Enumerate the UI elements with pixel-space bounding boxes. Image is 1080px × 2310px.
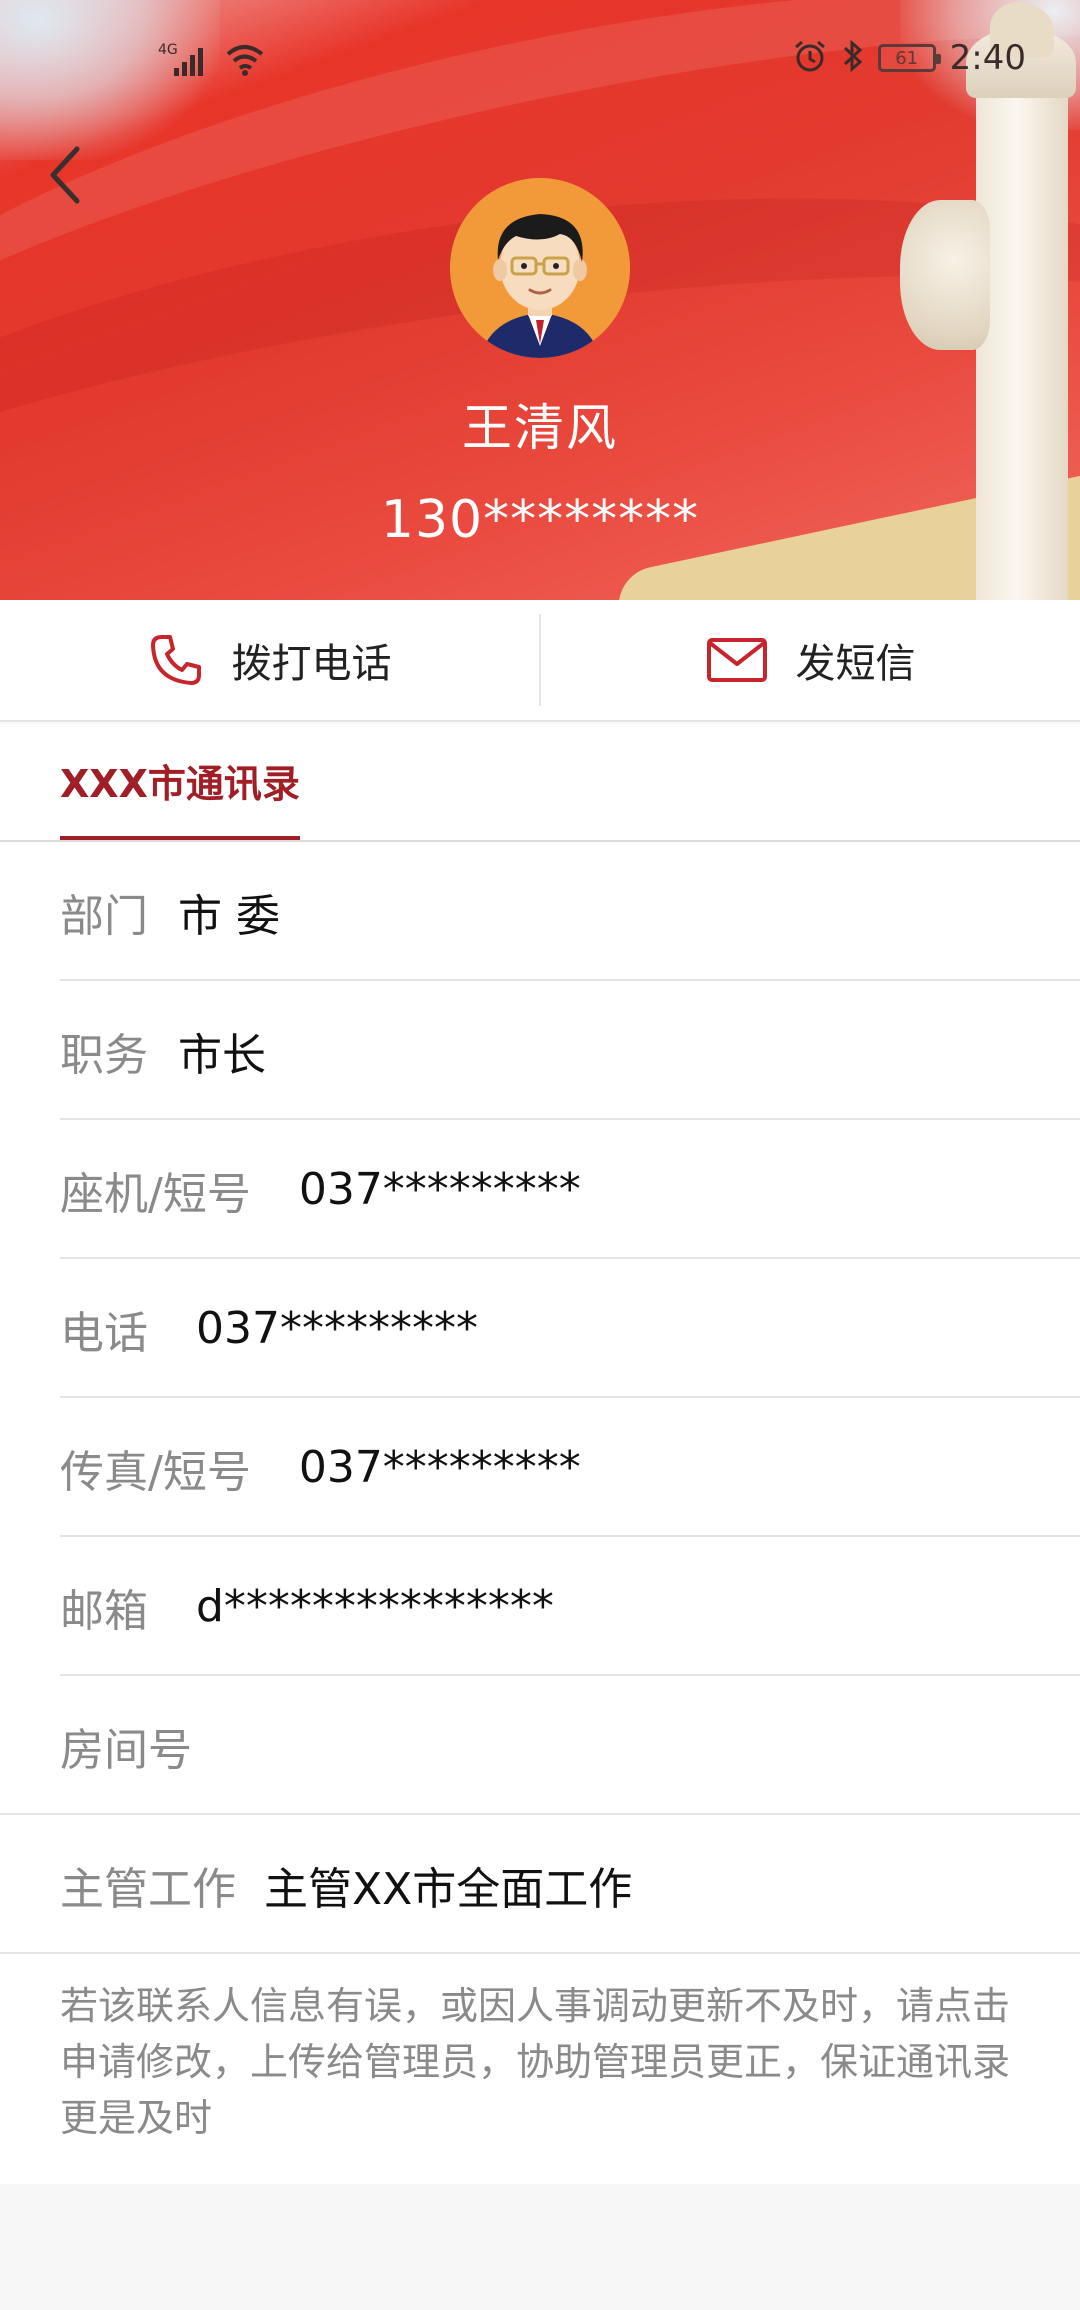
signal-icon: 4G [158,40,214,84]
avatar [450,178,630,358]
network-type: 4G [158,42,178,58]
field-row-landline[interactable]: 座机/短号 037********* [0,1120,1080,1259]
huabiao-cloud [900,200,990,350]
field-label: 主管工作 [60,1863,236,1915]
battery-indicator: 61 [877,44,941,72]
field-row-department: 部门 市 委 [0,842,1080,981]
battery-level: 61 [895,47,919,69]
field-label: 电话 [60,1307,148,1359]
field-label: 座机/短号 [60,1168,251,1220]
sms-label: 发短信 [795,641,916,687]
field-row-position: 职务 市长 [0,981,1080,1120]
status-left: 4G [158,40,268,84]
status-time: 2:40 [949,38,1026,78]
contact-phone: 130******** [380,490,700,550]
field-label: 传真/短号 [60,1446,251,1498]
field-value: 市 委 [178,890,280,942]
tab-label: XXX市通讯录 [60,761,300,806]
correction-note[interactable]: 若该联系人信息有误，或因人事调动更新不及时，请点击申请修改，上传给管理员，协助管… [0,1954,1080,2184]
field-value: d*************** [196,1581,554,1632]
field-value: 主管XX市全面工作 [264,1863,633,1915]
field-value: 037********* [196,1303,478,1354]
mail-icon [706,638,767,682]
field-label: 部门 [60,890,148,942]
back-button[interactable] [40,140,90,210]
field-value: 037********* [298,1442,581,1493]
field-label: 职务 [60,1029,148,1081]
sms-button[interactable]: 发短信 [541,600,1080,720]
field-row-room: 房间号 [0,1676,1080,1815]
alarm-icon [792,38,828,78]
profile-header: 4G 61 2:40 王清风 130******** [0,0,1080,600]
contact-info-list: 部门 市 委 职务 市长 座机/短号 037********* 电话 037**… [0,842,1080,2184]
bluetooth-icon [842,38,864,78]
call-button[interactable]: 拨打电话 [0,600,539,720]
wifi-icon [224,42,268,82]
status-bar: 4G 61 2:40 [0,0,1080,120]
tab-city-directory[interactable]: XXX市通讯录 [60,724,300,840]
field-value: 市长 [178,1029,266,1081]
field-row-phone[interactable]: 电话 037********* [0,1259,1080,1398]
field-label: 房间号 [60,1724,192,1776]
field-row-email[interactable]: 邮箱 d*************** [0,1537,1080,1676]
contact-name: 王清风 [462,399,618,457]
field-row-responsibility: 主管工作 主管XX市全面工作 [0,1815,1080,1954]
field-row-fax[interactable]: 传真/短号 037********* [0,1398,1080,1537]
field-value: 037********* [298,1164,581,1215]
phone-icon [150,635,201,685]
field-label: 邮箱 [60,1585,148,1637]
status-right: 61 2:40 [792,38,1026,78]
call-label: 拨打电话 [231,641,392,687]
back-icon [50,146,80,204]
tab-bar: XXX市通讯录 [0,724,1080,842]
action-bar: 拨打电话 发短信 [0,600,1080,722]
